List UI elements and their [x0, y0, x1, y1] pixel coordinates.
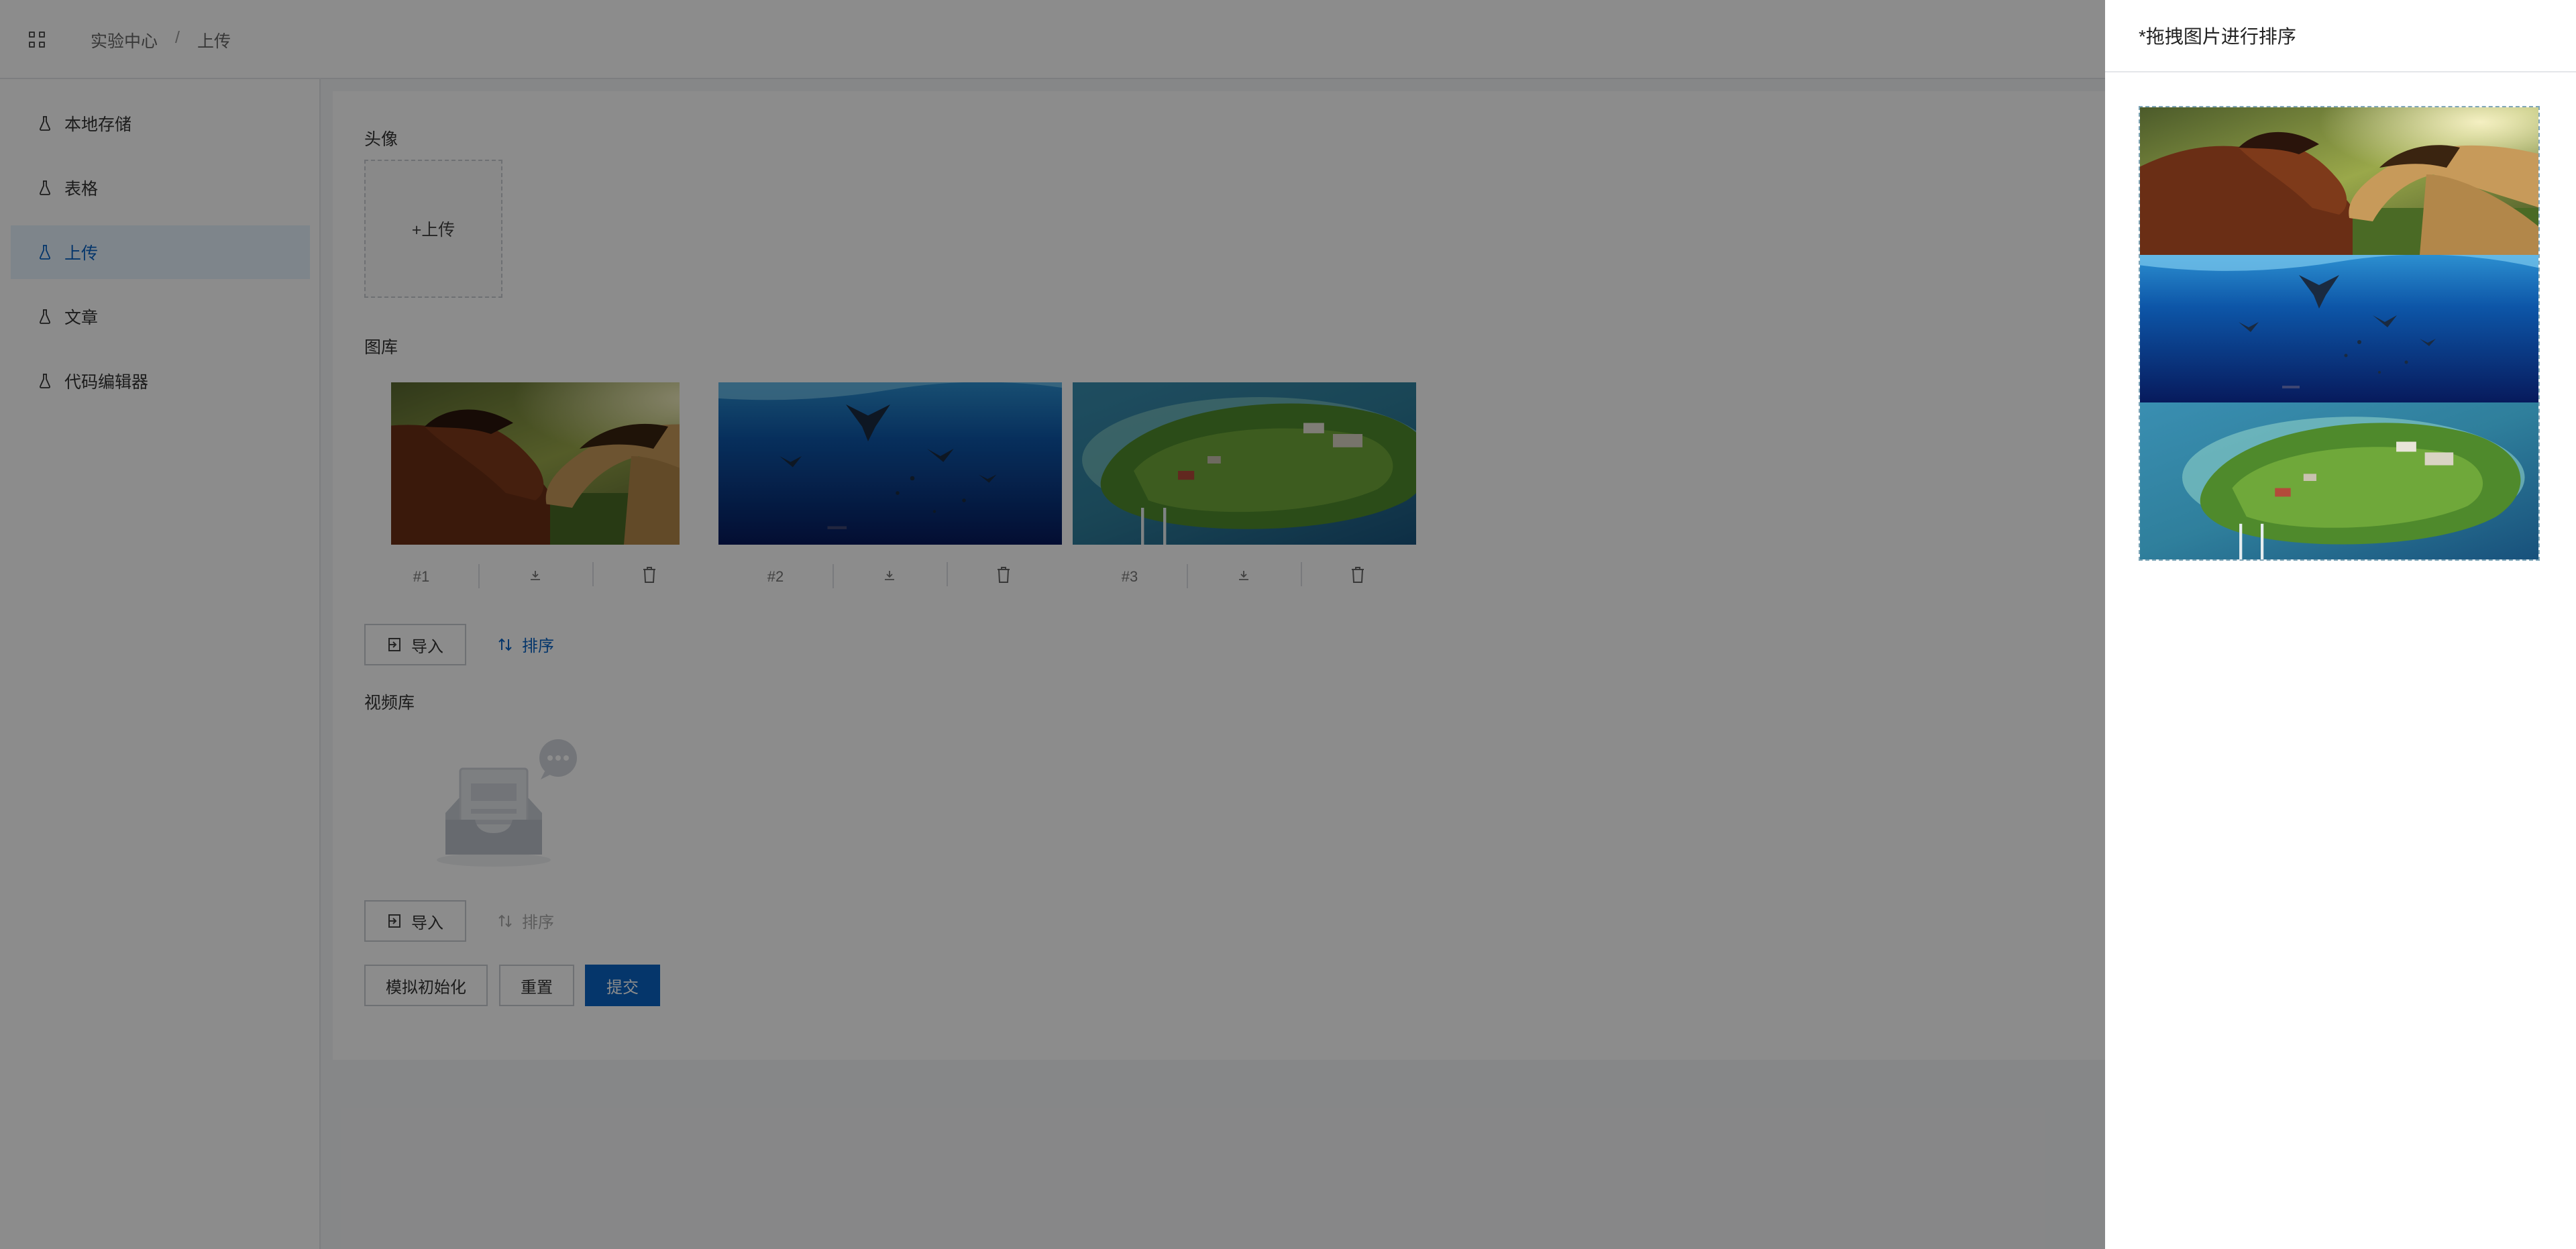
- sortable-image-list: [2139, 106, 2540, 561]
- horses-photo: [2140, 107, 2538, 255]
- underwater-photo: [2140, 255, 2538, 402]
- drawer-title: *拖拽图片进行排序: [2105, 0, 2576, 72]
- sortable-image-horses[interactable]: [2140, 107, 2538, 255]
- sortable-image-island[interactable]: [2140, 402, 2538, 559]
- sortable-image-underwater[interactable]: [2140, 255, 2538, 402]
- island-photo: [2140, 402, 2538, 559]
- sort-drawer: *拖拽图片进行排序: [2105, 0, 2576, 1249]
